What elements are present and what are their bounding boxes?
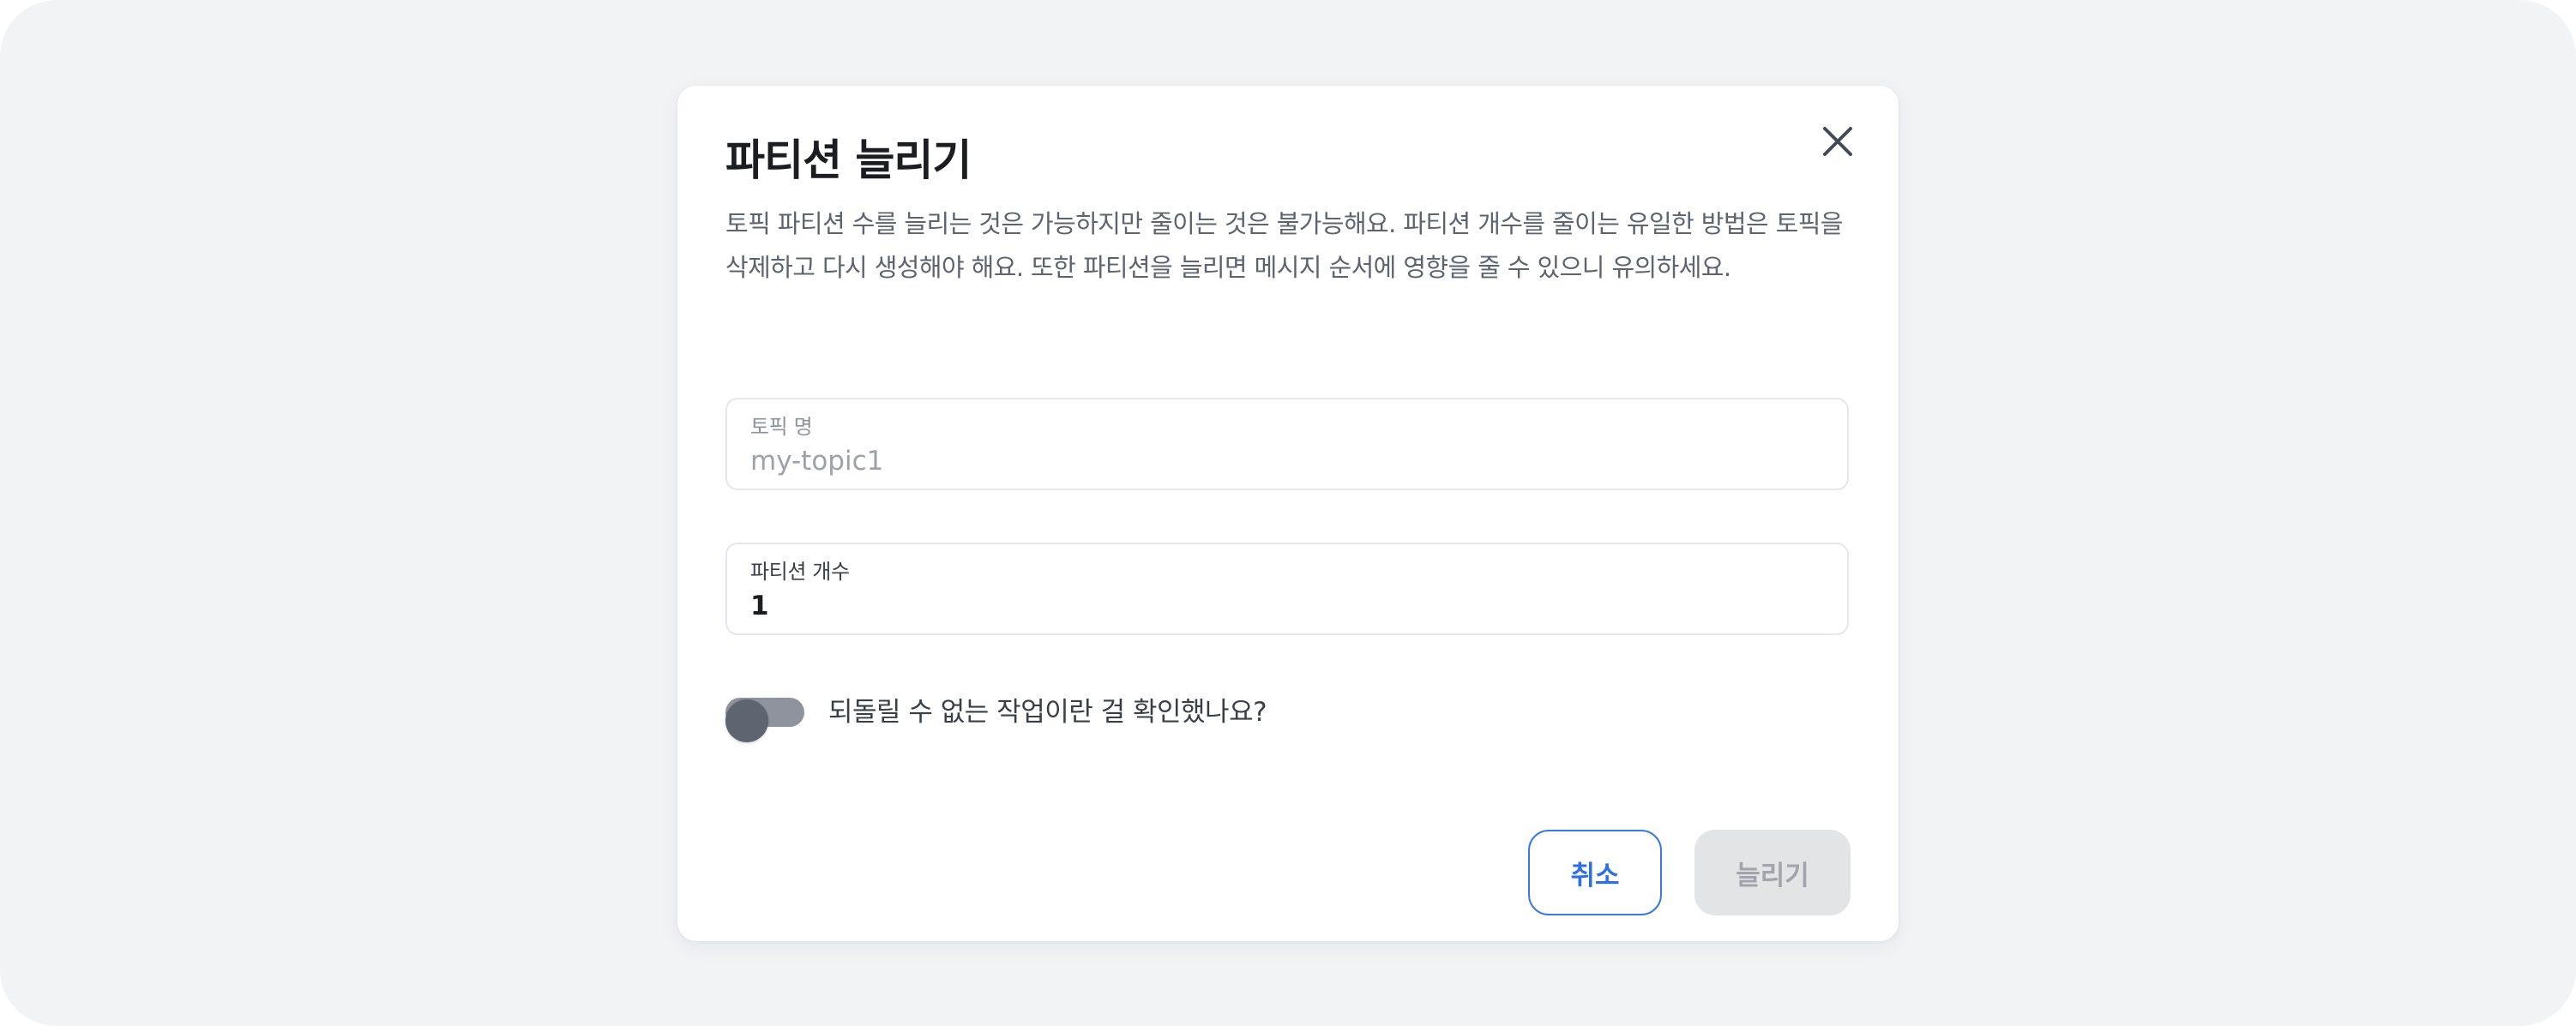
close-button[interactable]: [1815, 118, 1861, 165]
topic-name-label: 토픽 명: [750, 415, 813, 439]
increase-button[interactable]: 늘리기: [1694, 830, 1851, 915]
partition-count-label: 파티션 개수: [750, 560, 850, 584]
dialog-title: 파티션 늘리기: [725, 135, 972, 185]
confirm-irreversible-toggle-row[interactable]: 되돌릴 수 없는 작업이란 걸 확인했나요?: [725, 687, 1326, 742]
toggle-knob: [725, 699, 768, 742]
close-icon: [1823, 127, 1852, 156]
confirm-toggle-label: 되돌릴 수 없는 작업이란 걸 확인했나요?: [828, 697, 1267, 728]
topic-name-input: [750, 442, 1822, 480]
cancel-button[interactable]: 취소: [1528, 830, 1662, 915]
partition-count-field[interactable]: 파티션 개수: [725, 543, 1849, 635]
partition-count-input[interactable]: [750, 587, 1822, 625]
topic-name-field: 토픽 명: [725, 398, 1849, 490]
confirm-toggle[interactable]: [725, 698, 804, 742]
page-background: 파티션 늘리기 토픽 파티션 수를 늘리는 것은 가능하지만 줄이는 것은 불가…: [0, 0, 2576, 1026]
increase-partitions-dialog: 파티션 늘리기 토픽 파티션 수를 늘리는 것은 가능하지만 줄이는 것은 불가…: [677, 86, 1899, 941]
dialog-description: 토픽 파티션 수를 늘리는 것은 가능하지만 줄이는 것은 불가능해요. 파티션…: [725, 209, 1843, 282]
